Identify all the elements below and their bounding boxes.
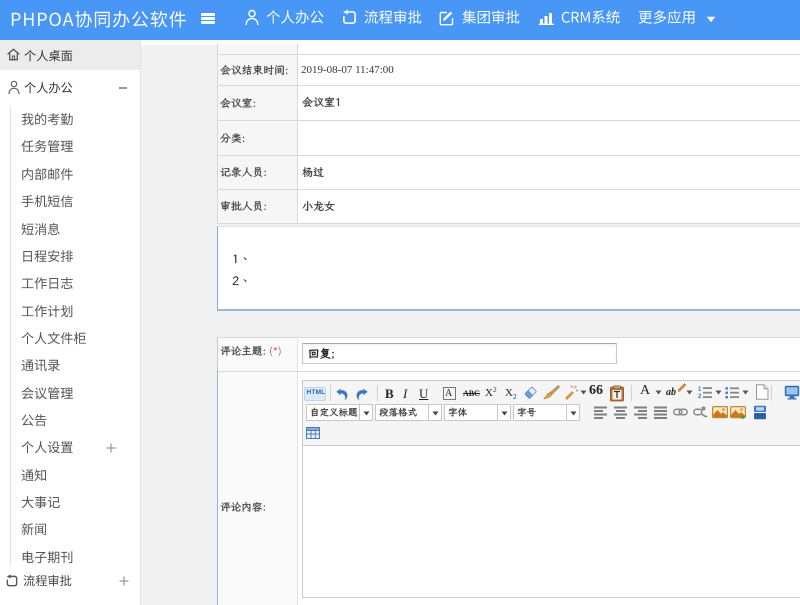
svg-text:2: 2 (698, 394, 702, 400)
svg-text:1: 1 (698, 387, 702, 393)
